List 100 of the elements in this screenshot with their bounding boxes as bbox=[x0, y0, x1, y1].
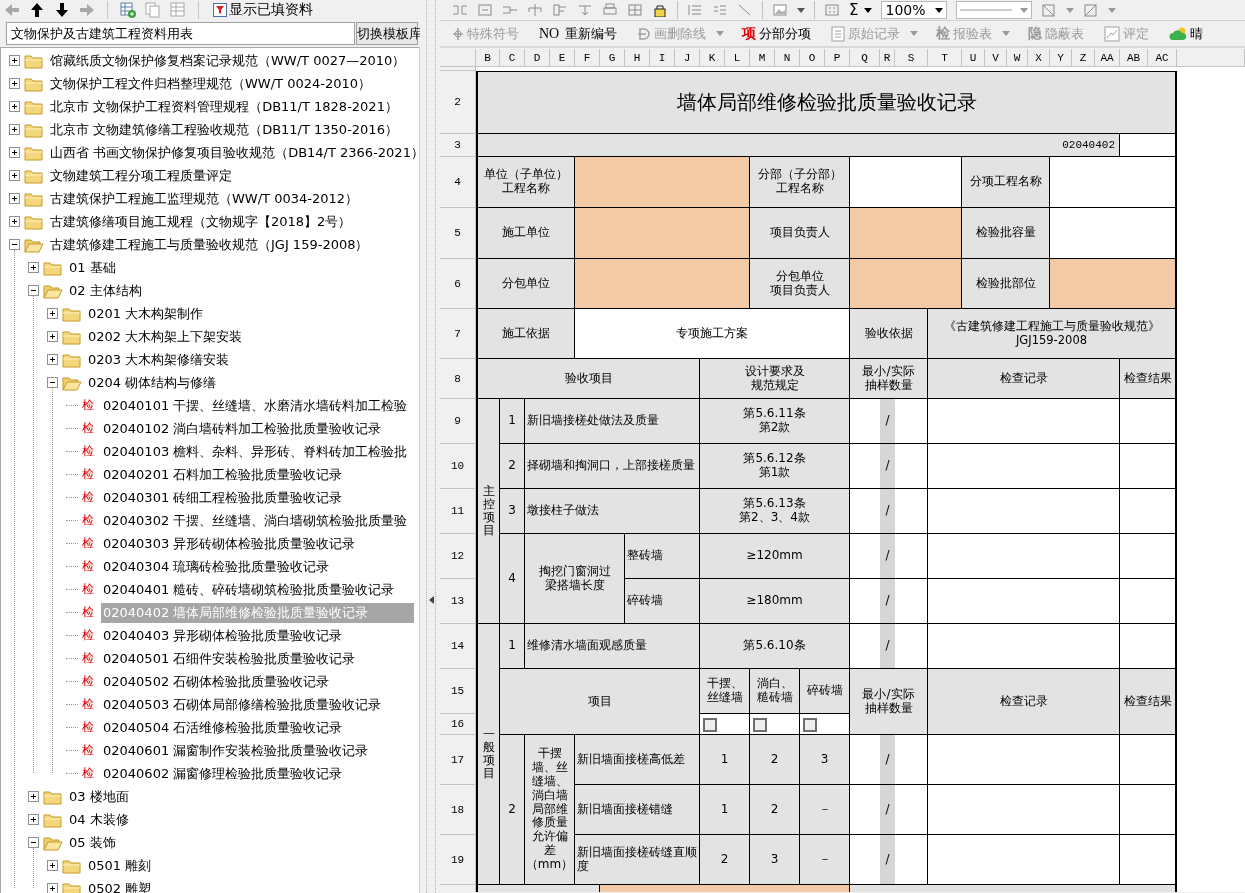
column-header[interactable]: X bbox=[1028, 49, 1050, 67]
tree-item[interactable]: 02040303 异形砖砌体检验批质量验收记录 bbox=[101, 533, 358, 554]
row-header[interactable]: 4 bbox=[440, 157, 476, 208]
tree-item[interactable]: 文物建筑工程分项工程质量评定 bbox=[48, 165, 234, 186]
tree-item[interactable]: 0204 砌体结构与修缮 bbox=[86, 372, 219, 393]
tree-item[interactable]: 0203 大木构架修缮安装 bbox=[86, 349, 232, 370]
column-header[interactable]: O bbox=[800, 49, 825, 67]
row-header[interactable]: 8 bbox=[440, 359, 476, 399]
expander-icon[interactable] bbox=[28, 285, 39, 296]
column-header[interactable]: B bbox=[476, 49, 500, 67]
input-cell[interactable] bbox=[928, 399, 1120, 444]
input-cell[interactable] bbox=[895, 579, 928, 624]
caret-icon[interactable] bbox=[864, 7, 873, 13]
column-header[interactable]: M bbox=[750, 49, 775, 67]
column-header[interactable]: R bbox=[880, 49, 895, 67]
up-arrow-icon[interactable] bbox=[29, 2, 45, 18]
row-header[interactable]: 2 bbox=[440, 71, 476, 134]
sum-button[interactable]: Σ bbox=[849, 1, 873, 19]
input-cell[interactable] bbox=[1120, 399, 1177, 444]
tree-item[interactable]: 古建筑保护工程施工监理规范（WW/T 0034-2012） bbox=[48, 188, 361, 209]
input-cell[interactable] bbox=[1120, 785, 1177, 835]
cell-border-icon[interactable] bbox=[1083, 3, 1100, 17]
tree-item[interactable]: 馆藏纸质文物保护修复档案记录规范（WW/T 0027—2010） bbox=[48, 50, 408, 71]
row-header[interactable]: 3 bbox=[440, 134, 476, 157]
column-header[interactable]: V bbox=[985, 49, 1007, 67]
column-header[interactable]: E bbox=[550, 49, 575, 67]
tree-item[interactable]: 山西省 书画文物保护修复项目验收规范（DB14/T 2366-2021） bbox=[48, 142, 419, 163]
expander-icon[interactable] bbox=[47, 860, 58, 871]
input-cell[interactable] bbox=[575, 157, 750, 208]
input-cell[interactable] bbox=[928, 579, 1120, 624]
expander-icon[interactable] bbox=[9, 170, 20, 181]
input-cell[interactable] bbox=[1120, 835, 1177, 885]
tree-item[interactable]: 02040602 漏窗修理检验批质量验收记录 bbox=[101, 763, 345, 784]
column-header[interactable]: G bbox=[600, 49, 625, 67]
column-header[interactable]: U bbox=[962, 49, 985, 67]
row-header[interactable]: 19 bbox=[440, 835, 476, 885]
expander-icon[interactable] bbox=[9, 147, 20, 158]
merge-cells-icon[interactable] bbox=[477, 3, 493, 17]
input-cell[interactable] bbox=[850, 157, 962, 208]
input-cell[interactable] bbox=[895, 624, 928, 669]
column-header[interactable]: AC bbox=[1148, 49, 1177, 67]
tree-item[interactable]: 04 木装修 bbox=[67, 809, 131, 830]
expander-icon[interactable] bbox=[28, 262, 39, 273]
column-header[interactable]: L bbox=[725, 49, 750, 67]
row-header[interactable]: 17 bbox=[440, 735, 476, 785]
input-cell[interactable] bbox=[928, 624, 1120, 669]
input-cell[interactable] bbox=[928, 534, 1120, 579]
expander-icon[interactable] bbox=[9, 239, 20, 250]
column-header[interactable]: K bbox=[700, 49, 725, 67]
column-header[interactable]: N bbox=[775, 49, 800, 67]
input-cell[interactable] bbox=[1120, 624, 1177, 669]
row-header[interactable]: 10 bbox=[440, 444, 476, 489]
tree-item[interactable]: 0201 大木构架制作 bbox=[86, 303, 206, 324]
checkbox[interactable] bbox=[703, 718, 717, 732]
column-header[interactable]: Y bbox=[1050, 49, 1072, 67]
checkbox[interactable] bbox=[803, 718, 817, 732]
template-field[interactable]: 文物保护及古建筑工程资料用表 bbox=[6, 22, 355, 45]
input-cell[interactable]: 专项施工方案 bbox=[575, 309, 850, 359]
tree-item[interactable]: 02040302 干摆、丝缝墙、淌白墙砌筑检验批质量验 bbox=[101, 510, 410, 531]
collapse-caret-icon[interactable] bbox=[428, 595, 434, 604]
tree-item[interactable]: 古建筑修建工程施工与质量验收规范（JGJ 159-2008） bbox=[48, 234, 371, 255]
input-cell[interactable] bbox=[895, 735, 928, 785]
input-cell[interactable] bbox=[928, 835, 1120, 885]
toolbar-button[interactable]: NO 重新编号 bbox=[537, 22, 620, 45]
input-cell[interactable] bbox=[850, 208, 962, 259]
input-cell[interactable] bbox=[1120, 134, 1177, 157]
tree-item[interactable]: 01 基础 bbox=[67, 257, 118, 278]
expander-icon[interactable] bbox=[9, 124, 20, 135]
tree-item[interactable]: 北京市 文物保护工程资料管理规程（DB11/T 1828-2021） bbox=[48, 96, 400, 117]
tree-item[interactable]: 05 装饰 bbox=[67, 832, 118, 853]
column-header[interactable]: J bbox=[675, 49, 700, 67]
row-header[interactable]: 11 bbox=[440, 489, 476, 534]
tree-item[interactable]: 0501 雕刻 bbox=[86, 855, 154, 876]
input-cell[interactable] bbox=[575, 208, 750, 259]
input-cell[interactable] bbox=[1120, 735, 1177, 785]
column-header[interactable]: F bbox=[575, 49, 600, 67]
tree-item[interactable]: 02040101 干摆、丝缝墙、水磨清水墙砖料加工检验 bbox=[101, 395, 410, 416]
checkbox[interactable] bbox=[753, 718, 767, 732]
expander-icon[interactable] bbox=[9, 55, 20, 66]
row-header[interactable]: 12 bbox=[440, 534, 476, 579]
toolbar-button[interactable]: 晴 bbox=[1167, 22, 1206, 45]
input-cell[interactable] bbox=[895, 835, 928, 885]
tree-item[interactable]: 02040503 石砌体局部修缮检验批质量验收记录 bbox=[101, 694, 384, 715]
lock-icon[interactable] bbox=[652, 3, 668, 17]
row-header[interactable]: 18 bbox=[440, 785, 476, 835]
column-header[interactable]: Q bbox=[850, 49, 880, 67]
tree-item[interactable]: 古建筑修缮项目施工规程（文物规字【2018】2号） bbox=[48, 211, 354, 232]
caret-icon[interactable] bbox=[797, 7, 805, 13]
column-header[interactable]: I bbox=[650, 49, 675, 67]
tree-item[interactable]: 02040502 石砌体检验批质量验收记录 bbox=[101, 671, 332, 692]
tree-item[interactable]: 02040201 石料加工检验批质量验收记录 bbox=[101, 464, 345, 485]
toolbar-button[interactable]: 项 分部分项 bbox=[740, 22, 814, 45]
table-add-icon[interactable] bbox=[120, 2, 136, 18]
tree-item[interactable]: 02040103 檐料、杂料、异形砖、脊料砖加工检验批 bbox=[101, 441, 410, 462]
expander-icon[interactable] bbox=[28, 837, 39, 848]
input-cell[interactable] bbox=[895, 399, 928, 444]
column-header[interactable]: P bbox=[825, 49, 850, 67]
tree-item[interactable]: 02040501 石细件安装检验批质量验收记录 bbox=[101, 648, 358, 669]
tree-item[interactable]: 02040304 琉璃砖检验批质量验收记录 bbox=[101, 556, 332, 577]
tree-item[interactable]: 北京市 文物建筑修缮工程验收规范（DB11/T 1350-2016） bbox=[48, 119, 400, 140]
